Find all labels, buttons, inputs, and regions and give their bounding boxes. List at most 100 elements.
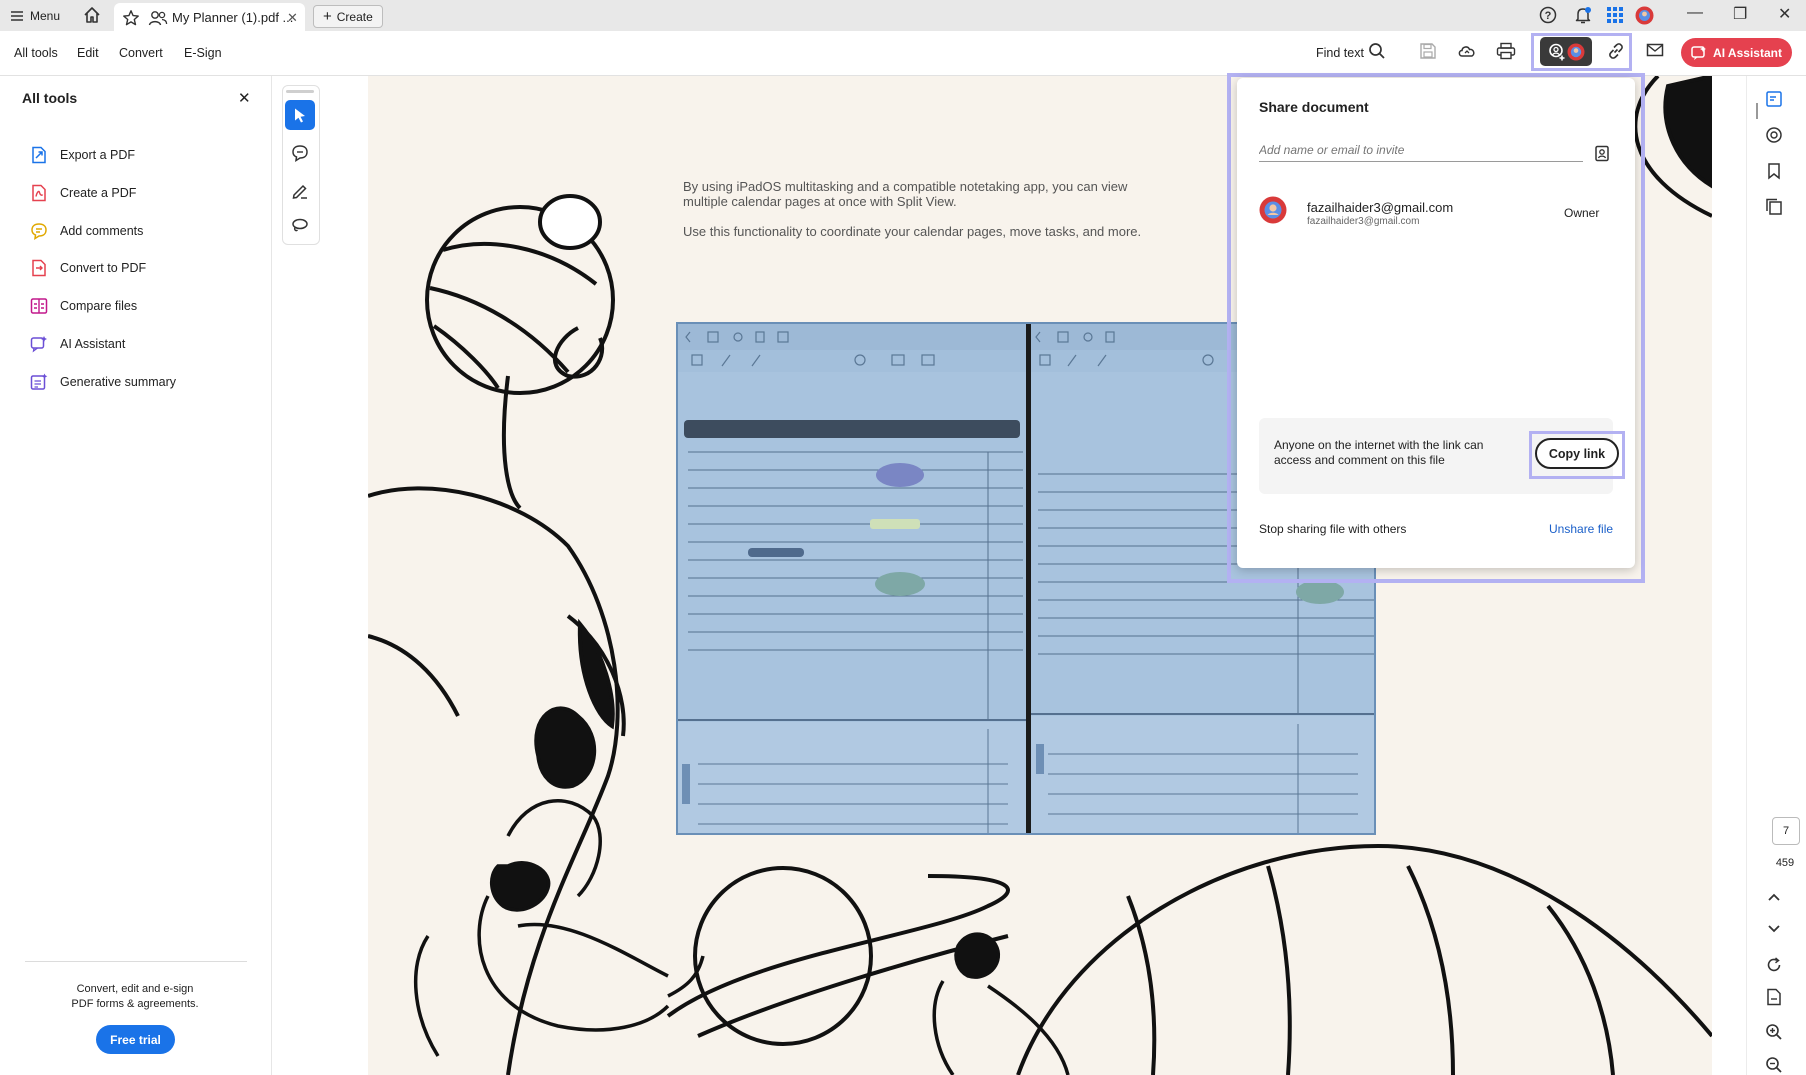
- user-name: fazailhaider3@gmail.com: [1307, 200, 1454, 215]
- comment-tool-button[interactable]: [285, 138, 315, 168]
- chevron-down-icon[interactable]: [1765, 922, 1783, 936]
- tool-label: Compare files: [60, 299, 138, 313]
- lasso-tool-button[interactable]: [285, 210, 315, 240]
- title-bar: Menu My Planner (1).pdf ... ✕ + Create ?…: [0, 0, 1806, 31]
- quick-tools-rail: [272, 76, 368, 1075]
- quick-tools-bar: [282, 85, 320, 245]
- print-icon[interactable]: [1496, 42, 1516, 60]
- cursor-icon: [292, 107, 308, 123]
- page-export-icon[interactable]: [1765, 988, 1783, 1006]
- hamburger-icon: [10, 10, 24, 22]
- comment-add-icon: [291, 144, 309, 162]
- window-close-icon[interactable]: ✕: [1778, 4, 1791, 24]
- tool-label: Export a PDF: [60, 148, 136, 162]
- tool-convert-to-pdf[interactable]: Convert to PDF: [30, 257, 146, 279]
- promo-line-2: PDF forms & agreements.: [71, 998, 199, 1010]
- tab-title: My Planner (1).pdf ...: [172, 10, 294, 25]
- restore-icon[interactable]: ❐: [1733, 4, 1747, 24]
- search-icon[interactable]: [1368, 42, 1386, 60]
- plus-icon: +: [323, 7, 332, 25]
- add-comments-icon: [30, 222, 48, 240]
- share-highlight-outline: [1531, 33, 1632, 71]
- invite-input[interactable]: [1259, 139, 1583, 162]
- tab-convert[interactable]: Convert: [119, 46, 163, 60]
- panel-title: All tools: [22, 90, 78, 106]
- tool-label: Add comments: [60, 224, 144, 238]
- notification-bell-icon[interactable]: [1574, 6, 1592, 25]
- usage-paragraph: Use this functionality to coordinate you…: [683, 224, 1142, 239]
- comments-icon[interactable]: [1765, 126, 1783, 144]
- promo-text: Convert, edit and e-sign PDF forms & agr…: [40, 982, 230, 1012]
- tab-all-tools[interactable]: All tools: [14, 46, 58, 60]
- promo-line-1: Convert, edit and e-sign: [76, 983, 194, 995]
- pen-icon: [291, 182, 309, 200]
- user-role: Owner: [1564, 206, 1600, 220]
- apps-grid-icon[interactable]: [1606, 6, 1624, 24]
- contact-book-icon[interactable]: [1594, 145, 1610, 162]
- zoom-out-icon[interactable]: [1765, 1056, 1783, 1074]
- tool-compare-files[interactable]: Compare files: [30, 295, 137, 317]
- split-view-divider: [1026, 324, 1031, 833]
- shared-people-icon: [148, 9, 168, 27]
- edit-pages-icon[interactable]: [1765, 90, 1783, 108]
- star-icon[interactable]: [122, 9, 140, 27]
- cloud-sync-icon[interactable]: [1457, 42, 1477, 60]
- ai-assistant-icon: [30, 335, 48, 353]
- avatar: [1259, 196, 1287, 224]
- ai-assistant-button[interactable]: AI Assistant: [1681, 38, 1792, 67]
- ai-assistant-icon: [1691, 45, 1707, 61]
- share-title: Share document: [1259, 99, 1369, 115]
- tab-esign[interactable]: E-Sign: [184, 46, 222, 60]
- convert-pdf-icon: [30, 259, 48, 277]
- bookmark-icon[interactable]: [1765, 162, 1783, 180]
- intro-paragraph: By using iPadOS multitasking and a compa…: [683, 179, 1128, 209]
- ai-assistant-label: AI Assistant: [1713, 45, 1782, 60]
- current-page-input[interactable]: 7: [1772, 817, 1800, 845]
- lasso-icon: [291, 217, 309, 233]
- stop-sharing-text: Stop sharing file with others: [1259, 522, 1407, 536]
- tool-generative-summary[interactable]: Generative summary: [30, 371, 176, 393]
- copy-pages-icon[interactable]: [1765, 198, 1783, 216]
- scroll-indicator[interactable]: [1756, 103, 1758, 119]
- create-button[interactable]: + Create: [313, 5, 383, 28]
- select-tool-button[interactable]: [285, 100, 315, 130]
- document-tab[interactable]: My Planner (1).pdf ... ✕: [114, 3, 305, 31]
- email-icon[interactable]: [1646, 42, 1664, 58]
- panel-close-icon[interactable]: ✕: [238, 89, 251, 107]
- minimize-icon[interactable]: —: [1687, 4, 1703, 22]
- rotate-icon[interactable]: [1765, 956, 1783, 974]
- tab-edit[interactable]: Edit: [77, 46, 99, 60]
- create-label: Create: [336, 9, 373, 24]
- link-access-box: Anyone on the internet with the link can…: [1259, 418, 1625, 494]
- all-tools-panel: All tools ✕ Export a PDF Create a PDF Ad…: [0, 76, 272, 1075]
- create-pdf-icon: [30, 184, 48, 202]
- tool-add-comments[interactable]: Add comments: [30, 220, 143, 242]
- draw-tool-button[interactable]: [285, 176, 315, 206]
- chevron-up-icon[interactable]: [1765, 890, 1783, 904]
- tool-create-pdf[interactable]: Create a PDF: [30, 182, 136, 204]
- find-text-label[interactable]: Find text: [1316, 46, 1364, 60]
- right-tools-rail: 7 459: [1746, 76, 1806, 1075]
- tool-label: Convert to PDF: [60, 261, 147, 275]
- tool-export-pdf[interactable]: Export a PDF: [30, 144, 135, 166]
- drag-handle[interactable]: [286, 90, 314, 93]
- zoom-in-icon[interactable]: [1765, 1023, 1783, 1041]
- user-avatar-icon[interactable]: [1635, 6, 1654, 25]
- tool-label: Create a PDF: [60, 186, 137, 200]
- panel-divider: [25, 961, 247, 962]
- export-pdf-icon: [30, 146, 48, 164]
- main-toolbar: All tools Edit Convert E-Sign Find text …: [0, 31, 1806, 76]
- unshare-file-link[interactable]: Unshare file: [1549, 522, 1613, 536]
- copy-link-button[interactable]: Copy link: [1535, 438, 1619, 469]
- tool-ai-assistant[interactable]: AI Assistant: [30, 333, 125, 355]
- user-email: fazailhaider3@gmail.com: [1307, 216, 1420, 227]
- save-icon[interactable]: [1419, 42, 1437, 60]
- help-icon[interactable]: ?: [1539, 6, 1557, 24]
- menu-label: Menu: [30, 8, 61, 23]
- free-trial-button[interactable]: Free trial: [96, 1025, 175, 1054]
- svg-text:?: ?: [1545, 10, 1552, 22]
- menu-button[interactable]: Menu: [10, 0, 60, 31]
- home-icon[interactable]: [82, 5, 102, 25]
- tab-close-icon[interactable]: ✕: [287, 10, 298, 26]
- share-document-popover: Share document fazailhaider3@gmail.com f…: [1237, 78, 1635, 568]
